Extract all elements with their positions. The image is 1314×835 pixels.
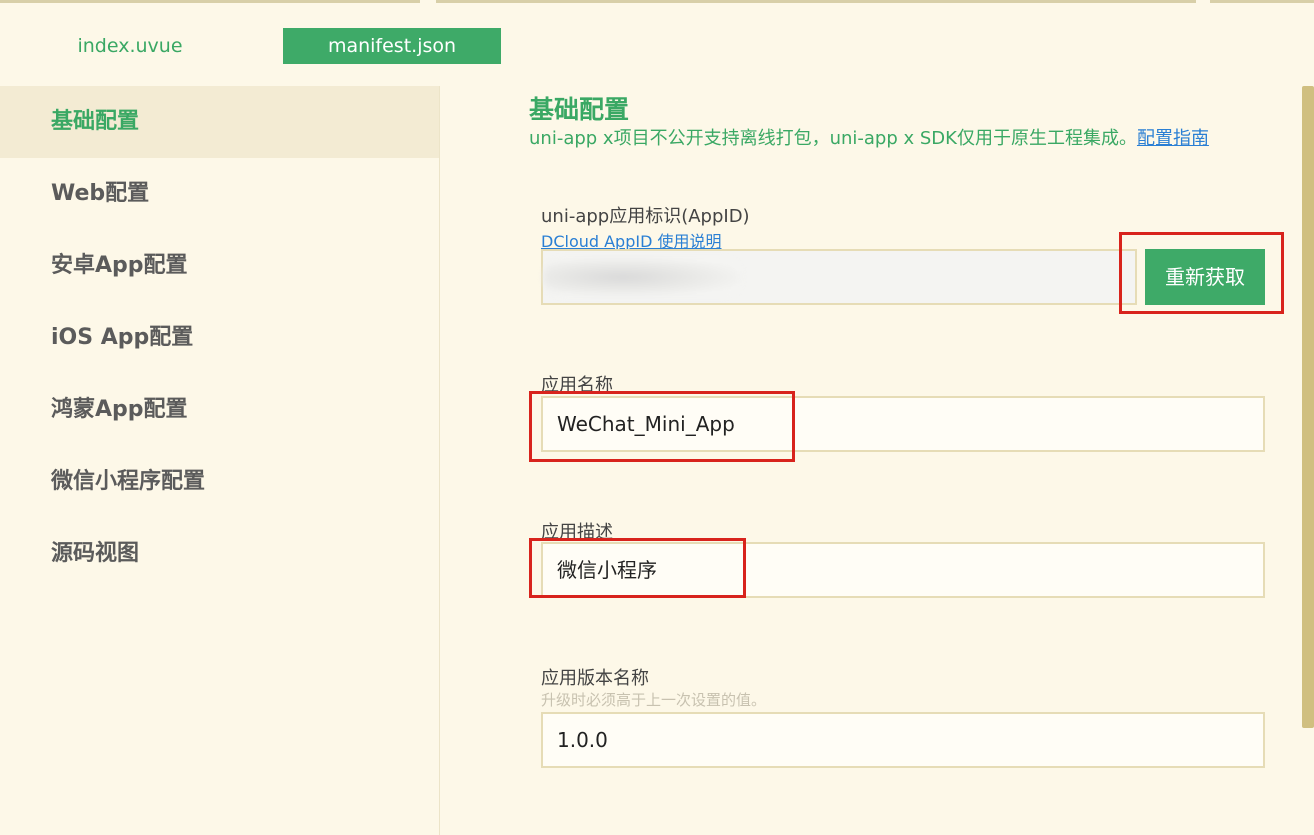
version-name-label: 应用版本名称 bbox=[541, 668, 649, 689]
highlight-box bbox=[529, 538, 746, 598]
sidebar-item-basic-config[interactable]: 基础配置 bbox=[0, 86, 439, 158]
appid-label: uni-app应用标识(AppID) bbox=[541, 206, 750, 227]
version-name-field[interactable]: 1.0.0 bbox=[541, 712, 1265, 768]
section-title: 基础配置 bbox=[529, 95, 630, 124]
top-border-segment bbox=[436, 0, 1196, 3]
sidebar-item-web-config[interactable]: Web配置 bbox=[0, 158, 439, 230]
sidebar-item-source-view[interactable]: 源码视图 bbox=[0, 518, 439, 590]
sidebar-item-harmony-config[interactable]: 鸿蒙App配置 bbox=[0, 374, 439, 446]
sidebar: 基础配置 Web配置 安卓App配置 iOS App配置 鸿蒙App配置 微信小… bbox=[0, 86, 440, 835]
highlight-box bbox=[1119, 232, 1284, 314]
tab-index-uvue[interactable]: index.uvue bbox=[40, 28, 220, 64]
redacted-appid bbox=[543, 257, 743, 297]
highlight-box bbox=[529, 391, 795, 462]
top-border-segment bbox=[0, 0, 420, 3]
section-description: uni-app x项目不公开支持离线打包，uni-app x SDK仅用于原生工… bbox=[529, 124, 1209, 150]
scrollbar-thumb[interactable] bbox=[1302, 86, 1314, 728]
version-name-hint: 升级时必须高于上一次设置的值。 bbox=[541, 691, 767, 709]
sidebar-item-wechat-miniprogram-config[interactable]: 微信小程序配置 bbox=[0, 446, 439, 518]
sidebar-item-ios-config[interactable]: iOS App配置 bbox=[0, 302, 439, 374]
section-description-text: uni-app x项目不公开支持离线打包，uni-app x SDK仅用于原生工… bbox=[529, 128, 1137, 149]
top-border bbox=[0, 0, 1314, 4]
top-border-segment bbox=[1210, 0, 1314, 3]
config-guide-link[interactable]: 配置指南 bbox=[1137, 128, 1209, 149]
appid-field[interactable] bbox=[541, 249, 1137, 305]
tab-manifest-json[interactable]: manifest.json bbox=[283, 28, 501, 64]
scrollbar[interactable] bbox=[1300, 86, 1314, 835]
main-panel: 基础配置 uni-app x项目不公开支持离线打包，uni-app x SDK仅… bbox=[441, 86, 1314, 835]
sidebar-item-android-config[interactable]: 安卓App配置 bbox=[0, 230, 439, 302]
